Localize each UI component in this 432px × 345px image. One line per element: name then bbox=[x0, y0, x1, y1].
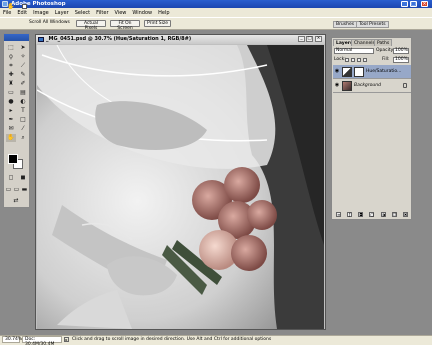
document-title: _MG_0451.psd @ 30.7% (Hue/Saturation 1, … bbox=[46, 36, 192, 42]
layer-mask-thumbnail[interactable] bbox=[354, 67, 364, 77]
zoom-icon[interactable]: ⌕ bbox=[18, 134, 28, 142]
add-mask-icon[interactable]: ◘ bbox=[358, 211, 364, 217]
layers-panel-footer: ∞ ƒ ◘ ▢ ◑ ❐ ✖ bbox=[333, 210, 411, 218]
lasso-icon[interactable]: ϙ bbox=[6, 53, 16, 61]
link-layers-icon[interactable]: ∞ bbox=[336, 211, 342, 217]
maximize-button[interactable]: □ bbox=[410, 1, 417, 7]
gradient-icon[interactable]: ▤ bbox=[18, 89, 28, 97]
doc-maximize-button[interactable]: □ bbox=[306, 36, 313, 42]
document-window: _MG_0451.psd @ 30.7% (Hue/Saturation 1, … bbox=[35, 34, 326, 330]
new-layer-icon[interactable]: ❐ bbox=[391, 211, 397, 217]
layer-set-icon[interactable]: ▢ bbox=[369, 211, 375, 217]
opacity-label: Opacity: bbox=[376, 48, 395, 53]
doc-minimize-button[interactable]: _ bbox=[298, 36, 305, 42]
crop-icon[interactable]: ⌗ bbox=[6, 62, 16, 70]
eye-icon[interactable]: ◉ bbox=[334, 69, 340, 74]
marquee-icon[interactable]: ⬚ bbox=[6, 44, 16, 52]
menu-view[interactable]: View bbox=[115, 10, 127, 16]
menu-bar: File Edit Image Layer Select Filter View… bbox=[0, 8, 432, 17]
lock-transparency-icon[interactable] bbox=[345, 58, 349, 62]
move-icon[interactable]: ➤ bbox=[18, 44, 28, 52]
doc-close-button[interactable]: × bbox=[315, 36, 322, 42]
document-title-bar: _MG_0451.psd @ 30.7% (Hue/Saturation 1, … bbox=[36, 35, 325, 44]
menu-edit[interactable]: Edit bbox=[17, 10, 27, 16]
document-icon bbox=[38, 37, 44, 42]
wedding-photo bbox=[37, 45, 324, 329]
tab-brushes[interactable]: Brushes bbox=[333, 21, 358, 28]
opacity-field[interactable]: 100% bbox=[393, 48, 409, 54]
eye-icon[interactable]: ◉ bbox=[334, 83, 340, 88]
shape-icon[interactable]: □ bbox=[18, 116, 28, 124]
clone-stamp-icon[interactable]: ♜ bbox=[6, 80, 16, 88]
minimize-button[interactable]: _ bbox=[401, 1, 408, 7]
panel-dock-empty-area bbox=[331, 222, 412, 332]
menu-help[interactable]: Help bbox=[158, 10, 169, 16]
layer-row-hue-saturation[interactable]: ◉ Hue/Saturatio... bbox=[333, 65, 411, 79]
layer-row-background[interactable]: ◉ Background bbox=[333, 79, 411, 93]
actual-pixels-button[interactable]: Actual Pixels bbox=[76, 20, 106, 31]
lock-all-icon[interactable] bbox=[363, 58, 367, 62]
fill-label: Fill: bbox=[382, 57, 390, 62]
adjustment-layer-thumbnail bbox=[342, 67, 352, 77]
toolbox: ⬚ ➤ ϙ ✧ ⌗ ⟋ ✚ ✎ ♜ ✐ ▭ ▤ ● ◐ ▸ T ✒ □ ✉ ⁄ … bbox=[3, 33, 30, 208]
app-title-bar: Adobe Photoshop bbox=[0, 0, 432, 8]
jump-to-imageready-icon[interactable]: ⇄ bbox=[11, 197, 21, 205]
blur-icon[interactable]: ● bbox=[6, 98, 16, 106]
notes-icon[interactable]: ✉ bbox=[6, 125, 16, 133]
layers-panel: Layers Channels Paths Normal Opacity: 10… bbox=[331, 37, 412, 220]
tab-tool-presets[interactable]: Tool Presets bbox=[356, 21, 389, 28]
lock-position-icon[interactable] bbox=[357, 58, 361, 62]
slice-icon[interactable]: ⟋ bbox=[18, 62, 28, 70]
layer-name[interactable]: Background bbox=[354, 82, 381, 89]
pen-icon[interactable]: ✒ bbox=[6, 116, 16, 124]
path-select-icon[interactable]: ▸ bbox=[6, 107, 16, 115]
menu-filter[interactable]: Filter bbox=[96, 10, 108, 16]
fit-on-screen-button[interactable]: Fit On Screen bbox=[110, 20, 140, 31]
lock-icon bbox=[403, 83, 407, 88]
scroll-all-windows-checkbox[interactable] bbox=[22, 4, 27, 9]
standard-mode-icon[interactable]: ◻ bbox=[6, 174, 16, 182]
eraser-icon[interactable]: ▭ bbox=[6, 89, 16, 97]
layer-style-icon[interactable]: ƒ bbox=[347, 211, 353, 217]
lock-pixels-icon[interactable] bbox=[351, 58, 355, 62]
status-menu-arrow-icon[interactable]: ▸ bbox=[64, 337, 69, 342]
brush-icon[interactable]: ✎ bbox=[18, 71, 28, 79]
hand-icon[interactable]: ✋ bbox=[6, 134, 16, 142]
layer-name[interactable]: Hue/Saturatio... bbox=[366, 68, 401, 75]
scroll-all-windows-label: Scroll All Windows bbox=[29, 20, 70, 25]
tab-paths[interactable]: Paths bbox=[374, 39, 393, 46]
document-info-field[interactable]: Doc: 30.4M/30.4M bbox=[22, 336, 62, 345]
healing-brush-icon[interactable]: ✚ bbox=[6, 71, 16, 79]
menu-layer[interactable]: Layer bbox=[55, 10, 69, 16]
print-size-button[interactable]: Print Size bbox=[144, 20, 171, 27]
screen-mode-standard-icon[interactable]: ▭ bbox=[5, 186, 12, 194]
lock-label: Lock: bbox=[334, 57, 346, 62]
menu-window[interactable]: Window bbox=[132, 10, 152, 16]
close-button[interactable]: × bbox=[421, 1, 428, 7]
hand-tool-preset-icon[interactable]: ✋ bbox=[5, 3, 17, 11]
screen-mode-full-icon[interactable]: ▬ bbox=[21, 186, 28, 194]
trash-icon[interactable]: ✖ bbox=[402, 211, 408, 217]
screen-mode-full-menu-icon[interactable]: ▭ bbox=[13, 186, 20, 194]
magic-wand-icon[interactable]: ✧ bbox=[18, 53, 28, 61]
status-hint: Click and drag to scroll image in desire… bbox=[72, 337, 272, 342]
background-thumbnail bbox=[342, 81, 352, 91]
fill-field[interactable]: 100% bbox=[393, 57, 409, 63]
eyedropper-icon[interactable]: ⁄ bbox=[18, 125, 28, 133]
menu-select[interactable]: Select bbox=[75, 10, 90, 16]
zoom-level-field[interactable]: 30.74% bbox=[2, 336, 22, 343]
adjustment-layer-icon[interactable]: ◑ bbox=[380, 211, 386, 217]
app-title: Adobe Photoshop bbox=[11, 1, 66, 7]
type-icon[interactable]: T bbox=[18, 107, 28, 115]
blend-mode-select[interactable]: Normal bbox=[334, 48, 374, 54]
history-brush-icon[interactable]: ✐ bbox=[18, 80, 28, 88]
image-canvas[interactable] bbox=[37, 45, 324, 329]
foreground-color-swatch[interactable] bbox=[8, 154, 18, 164]
toolbox-header bbox=[4, 34, 29, 41]
menu-image[interactable]: Image bbox=[33, 10, 49, 16]
quick-mask-icon[interactable]: ◼ bbox=[18, 174, 28, 182]
dodge-icon[interactable]: ◐ bbox=[18, 98, 28, 106]
